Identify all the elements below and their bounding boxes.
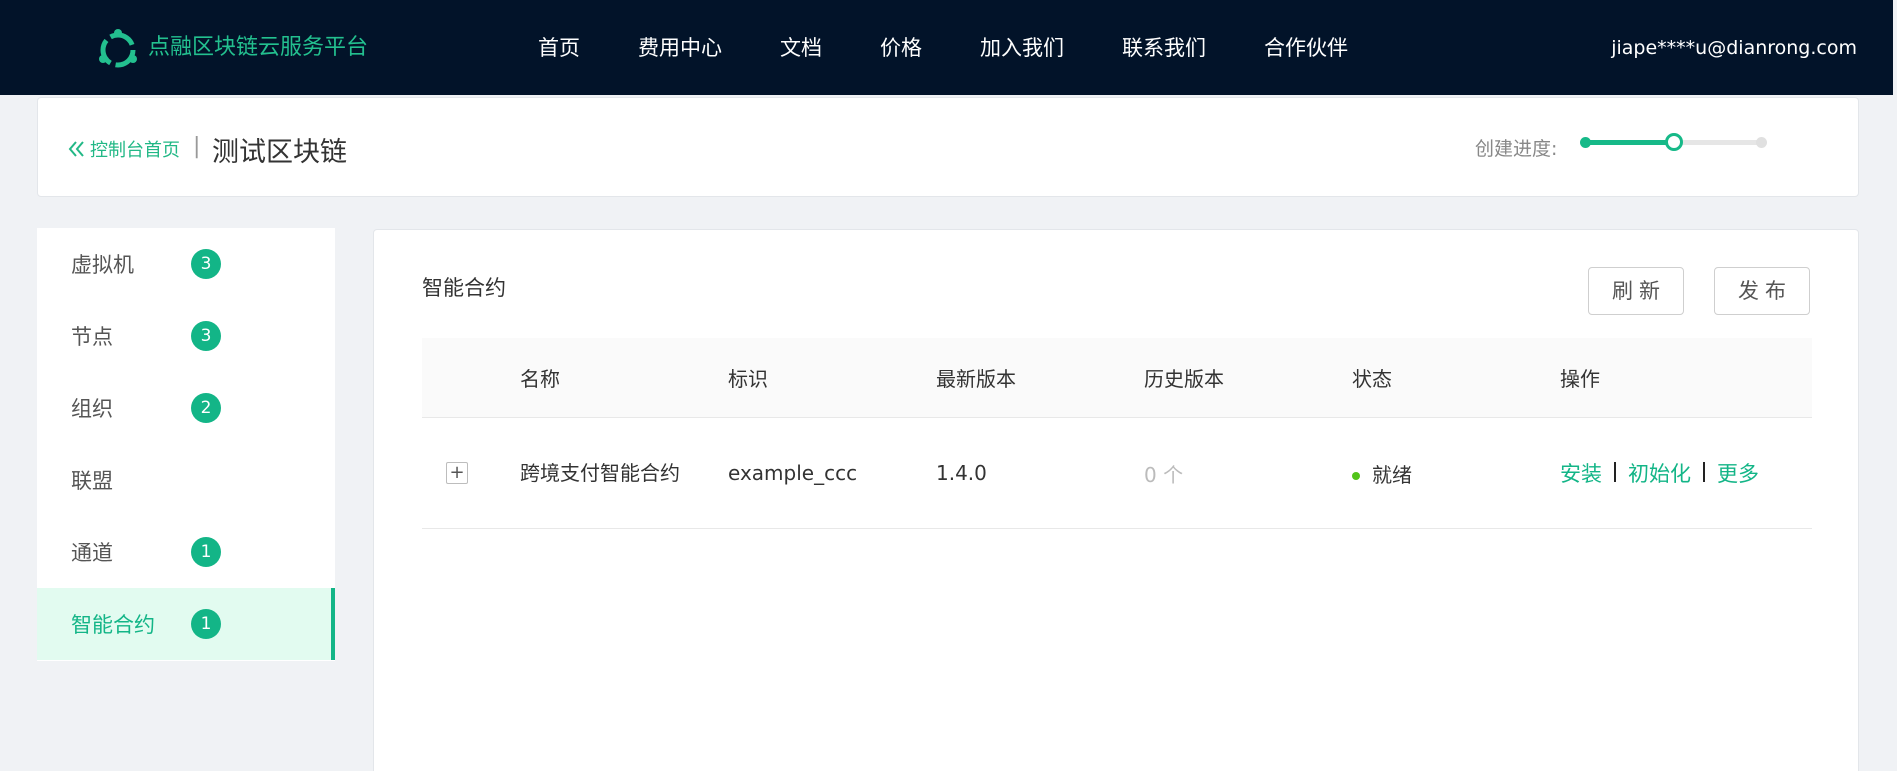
sidebar-item-label: 虚拟机 [71, 253, 134, 277]
status-dot-icon [1352, 472, 1360, 480]
install-link[interactable]: 安装 [1560, 462, 1602, 486]
progress-current-step [1665, 133, 1683, 151]
publish-button[interactable]: 发布 [1714, 267, 1810, 315]
column-header-name: 名称 [520, 367, 560, 391]
back-link-label: 控制台首页 [90, 140, 180, 161]
nav-item-docs[interactable]: 文档 [780, 30, 822, 66]
contract-id: example_ccc [728, 461, 858, 485]
dianrong-logo-icon[interactable] [94, 26, 142, 74]
count-badge: 2 [191, 393, 221, 423]
column-header-history-versions: 历史版本 [1144, 367, 1224, 391]
progress-label: 创建进度: [1475, 138, 1558, 160]
action-divider [1614, 461, 1616, 482]
breadcrumb-separator: | [193, 134, 201, 159]
row-actions: 安装 初始化 更多 [1560, 458, 1812, 488]
double-chevron-left-icon [68, 141, 84, 157]
nav-item-home[interactable]: 首页 [538, 30, 580, 66]
sidebar-item-channels[interactable]: 通道 1 [37, 516, 335, 588]
column-header-status: 状态 [1352, 367, 1392, 391]
smart-contracts-panel: 智能合约 刷新 发布 名称 标识 最新版本 历史版本 状态 操作 + 跨境支付智… [373, 229, 1859, 771]
sidebar-item-label: 智能合约 [71, 613, 155, 637]
main-nav: 首页 费用中心 文档 价格 加入我们 联系我们 合作伙伴 [510, 30, 1377, 66]
count-badge: 3 [191, 321, 221, 351]
count-badge: 1 [191, 537, 221, 567]
sidebar-item-consortium[interactable]: 联盟 [37, 444, 335, 516]
sidebar-item-label: 联盟 [71, 469, 113, 493]
nav-item-partners[interactable]: 合作伙伴 [1264, 30, 1348, 66]
table-row: + 跨境支付智能合约 example_ccc 1.4.0 0 个 就绪 安装 初始… [422, 418, 1812, 529]
expand-cell: + [422, 462, 520, 484]
sidebar-item-label: 通道 [71, 541, 113, 565]
initialize-link[interactable]: 初始化 [1628, 462, 1691, 486]
creation-progress-bar [1580, 133, 1767, 151]
page-header-card: 控制台首页 | 测试区块链 创建进度: [37, 97, 1859, 197]
column-header-latest-version: 最新版本 [936, 367, 1016, 391]
action-divider [1703, 461, 1705, 482]
contracts-table: 名称 标识 最新版本 历史版本 状态 操作 + 跨境支付智能合约 example… [422, 338, 1812, 529]
contract-latest-version: 1.4.0 [936, 461, 987, 485]
sidebar: 虚拟机 3 节点 3 组织 2 联盟 通道 1 智能合约 1 [37, 228, 335, 661]
page-scrollbar-edge [1893, 0, 1897, 771]
back-to-console-link[interactable]: 控制台首页 [68, 136, 180, 162]
nav-item-billing[interactable]: 费用中心 [638, 30, 722, 66]
progress-end-dot [1756, 137, 1767, 148]
nav-item-contact-us[interactable]: 联系我们 [1122, 30, 1206, 66]
sidebar-item-label: 组织 [71, 397, 113, 421]
nav-item-pricing[interactable]: 价格 [880, 30, 922, 66]
progress-start-dot [1580, 137, 1591, 148]
count-badge: 1 [191, 609, 221, 639]
contract-name: 跨境支付智能合约 [520, 461, 680, 485]
sidebar-item-organizations[interactable]: 组织 2 [37, 372, 335, 444]
user-account-menu[interactable]: jiape****u@dianrong.com [1611, 30, 1857, 66]
sidebar-item-smart-contracts[interactable]: 智能合约 1 [37, 588, 335, 660]
progress-fill [1584, 140, 1674, 145]
column-header-actions: 操作 [1560, 367, 1600, 391]
section-title: 智能合约 [422, 276, 506, 300]
sidebar-item-vm[interactable]: 虚拟机 3 [37, 228, 335, 300]
status-text: 就绪 [1372, 462, 1412, 487]
nav-item-join-us[interactable]: 加入我们 [980, 30, 1064, 66]
sidebar-item-label: 节点 [71, 325, 113, 349]
page-title: 测试区块链 [212, 137, 347, 168]
contract-status: 就绪 [1352, 459, 1560, 488]
expand-row-button[interactable]: + [446, 462, 468, 484]
more-link[interactable]: 更多 [1717, 462, 1759, 486]
count-badge: 3 [191, 249, 221, 279]
table-header: 名称 标识 最新版本 历史版本 状态 操作 [422, 338, 1812, 418]
top-navbar: 点融区块链云服务平台 首页 费用中心 文档 价格 加入我们 联系我们 合作伙伴 … [0, 0, 1897, 95]
brand-name[interactable]: 点融区块链云服务平台 [148, 32, 368, 64]
refresh-button[interactable]: 刷新 [1588, 267, 1684, 315]
column-header-id: 标识 [728, 367, 768, 391]
sidebar-item-nodes[interactable]: 节点 3 [37, 300, 335, 372]
contract-history-versions: 0 个 [1144, 462, 1184, 487]
